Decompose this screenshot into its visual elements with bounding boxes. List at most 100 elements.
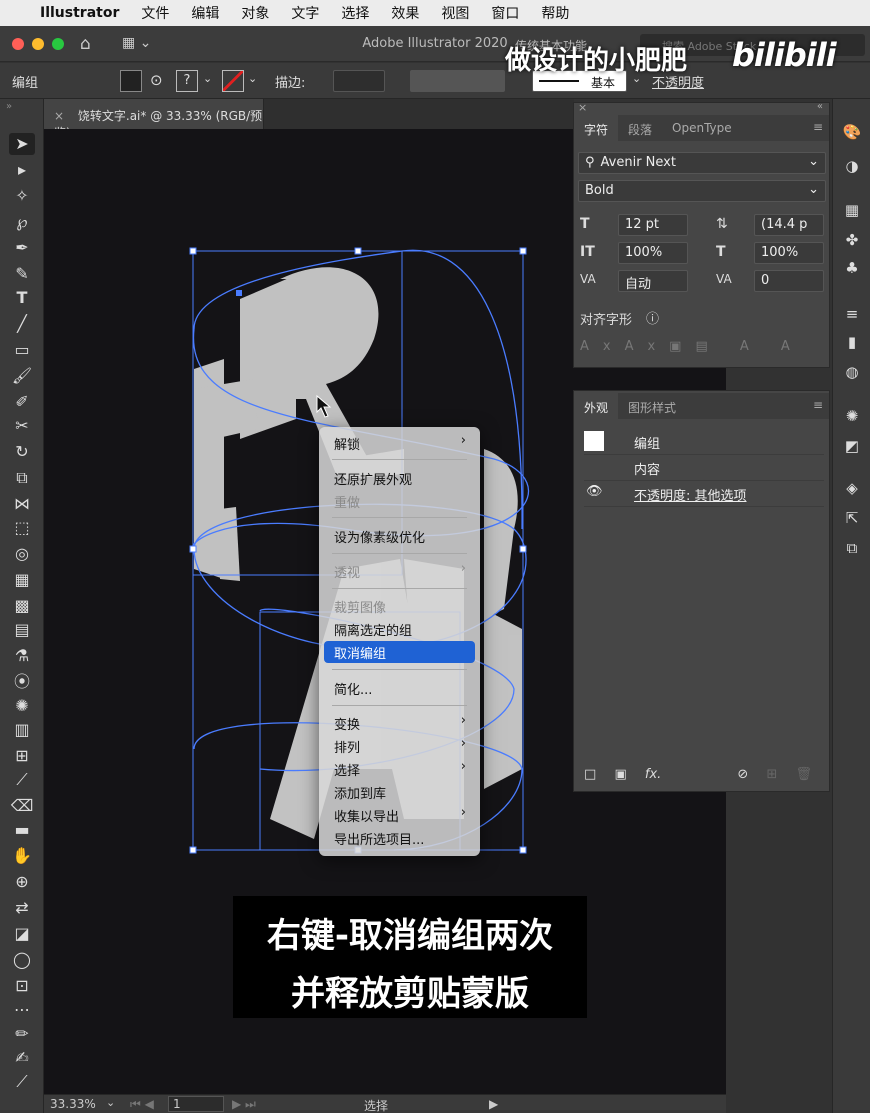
- ctx-isolate-group[interactable]: 隔离选定的组: [319, 618, 480, 640]
- close-tab-icon[interactable]: ×: [54, 109, 64, 123]
- pencil-tool-icon[interactable]: ✍: [9, 1047, 35, 1069]
- add-fill-icon[interactable]: ▣: [614, 767, 626, 782]
- font-size-input[interactable]: 12 pt: [618, 214, 688, 236]
- free-transform-tool-icon[interactable]: ⬚: [9, 517, 35, 539]
- color-guide-icon[interactable]: ◑: [841, 155, 863, 177]
- gradient-tool-icon[interactable]: ▤: [9, 619, 35, 641]
- tracking-input[interactable]: 0: [754, 270, 824, 292]
- artboards-icon[interactable]: ⧉: [841, 537, 863, 559]
- menu-view[interactable]: 视图: [441, 3, 469, 23]
- direct-selection-tool-icon[interactable]: ▸: [9, 159, 35, 181]
- blob-brush-tool-icon[interactable]: ✏: [9, 1023, 35, 1045]
- shape-builder-tool-icon[interactable]: ◎: [9, 543, 35, 565]
- mesh-tool-icon[interactable]: ▩: [9, 595, 35, 617]
- menu-help[interactable]: 帮助: [541, 3, 569, 23]
- artboard-nav-prev[interactable]: ⏮ ◀: [130, 1097, 154, 1112]
- font-style-select[interactable]: Bold ⌄: [578, 180, 826, 202]
- screen-mode-icon[interactable]: ⊡: [9, 975, 35, 997]
- chevron-down-icon[interactable]: ⌄: [248, 72, 257, 85]
- ctx-select[interactable]: 选择 ›: [319, 758, 480, 780]
- zoom-level-select[interactable]: 33.33%: [50, 1097, 96, 1111]
- horizontal-scale-input[interactable]: 100%: [754, 242, 824, 264]
- target-icon[interactable]: ⊙: [150, 71, 163, 89]
- selection-tool-icon[interactable]: ➤: [9, 133, 35, 155]
- panel-menu-icon[interactable]: ≡: [813, 120, 823, 134]
- menu-edit[interactable]: 编辑: [191, 3, 219, 23]
- stroke-icon[interactable]: ≡: [841, 303, 863, 325]
- layers-icon[interactable]: ◈: [841, 477, 863, 499]
- blend-tool-icon[interactable]: ⦿: [9, 671, 35, 693]
- fill-stroke-icon[interactable]: ◪: [9, 923, 35, 945]
- chevron-down-icon[interactable]: ⌄: [203, 72, 212, 85]
- slice-tool-icon[interactable]: ⟋: [9, 769, 35, 791]
- eraser-tool-icon[interactable]: ⌫: [9, 795, 35, 817]
- fill-unknown-swatch[interactable]: ?: [176, 70, 198, 92]
- ctx-arrange[interactable]: 排列 ›: [319, 735, 480, 757]
- graphic-styles-icon[interactable]: ◩: [841, 435, 863, 457]
- rectangle-tool-icon[interactable]: ▭: [9, 339, 35, 361]
- column-graph-tool-icon[interactable]: ▥: [9, 719, 35, 741]
- isolate-group-icon[interactable]: [120, 70, 142, 92]
- stroke-weight-input[interactable]: [333, 70, 385, 92]
- variable-width-profile[interactable]: [410, 70, 505, 92]
- menu-file[interactable]: 文件: [141, 3, 169, 23]
- eyedropper-tool-icon[interactable]: ⚗: [9, 645, 35, 667]
- gradient-icon[interactable]: ▮: [841, 331, 863, 353]
- type-tool-icon[interactable]: T: [9, 287, 35, 309]
- tab-graphic-styles[interactable]: 图形样式: [618, 393, 686, 419]
- eye-icon[interactable]: 👁: [586, 484, 603, 499]
- clear-appearance-icon[interactable]: ⊘: [737, 767, 748, 782]
- menu-app-name[interactable]: Illustrator: [40, 5, 119, 21]
- scale-tool-icon[interactable]: ⧉: [9, 467, 35, 489]
- ctx-export-selection[interactable]: 导出所选项目...: [319, 827, 480, 849]
- brushes-icon[interactable]: ✤: [841, 229, 863, 251]
- appearance-row-contents[interactable]: 内容: [584, 455, 824, 481]
- document-tab[interactable]: × 饶转文字.ai* @ 33.33% (RGB/预览): [44, 99, 264, 140]
- ruler-tool-icon[interactable]: ▬: [9, 819, 35, 841]
- ctx-ungroup[interactable]: 取消编组: [324, 641, 475, 663]
- add-effect-button[interactable]: fx.: [645, 767, 661, 782]
- ctx-revert-expand-appearance[interactable]: 还原扩展外观: [319, 467, 480, 489]
- ctx-add-to-library[interactable]: 添加到库: [319, 781, 480, 803]
- draw-mode-icon[interactable]: ◯: [9, 949, 35, 971]
- swatches-icon[interactable]: ▦: [841, 199, 863, 221]
- tab-character[interactable]: 字符: [574, 115, 619, 141]
- symbols-icon[interactable]: ♣: [841, 257, 863, 279]
- artboard-tool-icon[interactable]: ⊞: [9, 745, 35, 767]
- zoom-tool-icon[interactable]: ⊕: [9, 871, 35, 893]
- tab-opentype[interactable]: OpenType: [662, 115, 742, 141]
- ctx-transform[interactable]: 变换 ›: [319, 712, 480, 734]
- play-icon[interactable]: ▶: [489, 1097, 498, 1111]
- ctx-unlock[interactable]: 解锁 ›: [319, 432, 480, 454]
- ctx-simplify[interactable]: 简化...: [319, 677, 480, 699]
- magic-wand-tool-icon[interactable]: ✧: [9, 185, 35, 207]
- pen-tool-icon[interactable]: ✒: [9, 237, 35, 259]
- panel-menu-icon[interactable]: ≡: [813, 398, 823, 412]
- shaper-tool-icon[interactable]: ✐: [9, 391, 35, 413]
- font-family-select[interactable]: ⚲ Avenir Next ⌄: [578, 152, 826, 174]
- line-tool-icon[interactable]: ╱: [9, 313, 35, 335]
- fill-stroke-swap-icon[interactable]: ⇄: [9, 897, 35, 919]
- menu-object[interactable]: 对象: [241, 3, 269, 23]
- stroke-none-swatch[interactable]: [222, 70, 244, 92]
- artboard-nav-next[interactable]: ▶ ⏭: [232, 1097, 256, 1112]
- ctx-collect-for-export[interactable]: 收集以导出 ›: [319, 804, 480, 826]
- menu-select[interactable]: 选择: [341, 3, 369, 23]
- perspective-grid-tool-icon[interactable]: ▦: [9, 569, 35, 591]
- transparency-icon[interactable]: ◍: [841, 361, 863, 383]
- hand-tool-icon[interactable]: ✋: [9, 845, 35, 867]
- appearance-row-opacity[interactable]: 👁 不透明度: 其他选项: [584, 481, 824, 507]
- export-icon[interactable]: ⇱: [841, 507, 863, 529]
- width-tool-icon[interactable]: ⋈: [9, 493, 35, 515]
- lasso-tool-icon[interactable]: ℘: [9, 211, 35, 233]
- rotate-tool-icon[interactable]: ↻: [9, 441, 35, 463]
- tab-paragraph[interactable]: 段落: [618, 115, 662, 141]
- knife-tool-icon[interactable]: ⟋: [9, 1071, 35, 1093]
- appearance-row-group[interactable]: 编组: [584, 429, 824, 455]
- menu-effect[interactable]: 效果: [391, 3, 419, 23]
- chevron-down-icon[interactable]: ⌄: [106, 1096, 115, 1109]
- edit-toolbar-icon[interactable]: ⋯: [9, 999, 35, 1021]
- tab-appearance[interactable]: 外观: [574, 393, 619, 419]
- ctx-make-pixel-perfect[interactable]: 设为像素级优化: [319, 525, 480, 547]
- artboard-number-input[interactable]: 1: [168, 1096, 224, 1112]
